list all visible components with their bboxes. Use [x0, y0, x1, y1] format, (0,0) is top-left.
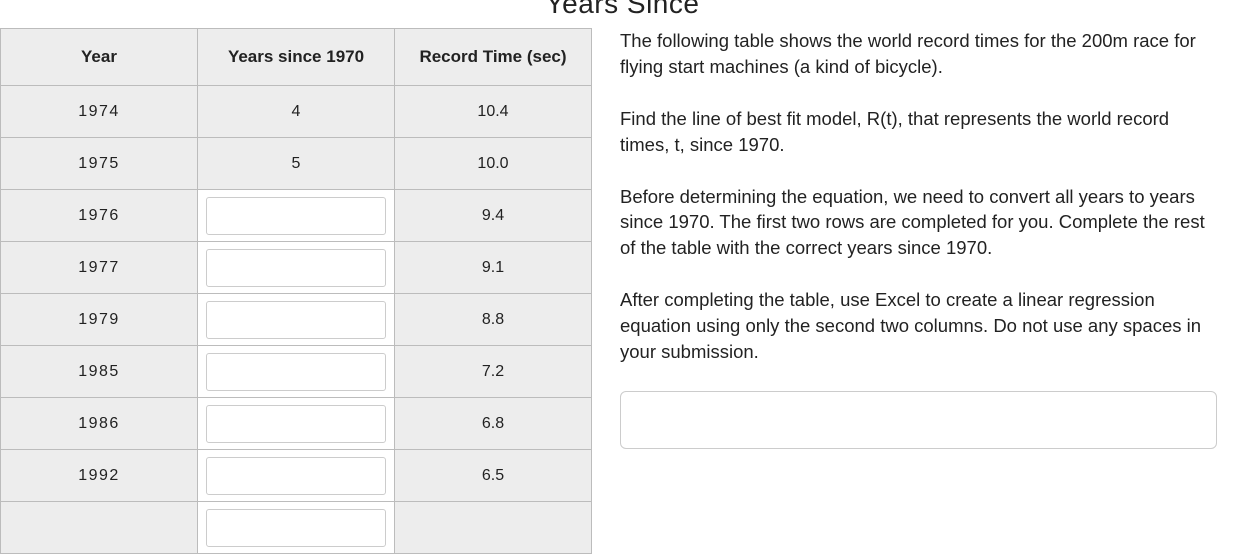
paragraph-intro: The following table shows the world reco…	[620, 28, 1217, 80]
cell-years-since-input	[198, 242, 395, 294]
years-since-input[interactable]	[206, 197, 386, 235]
cell-record-time: 8.8	[395, 294, 592, 346]
cell-year: 1977	[1, 242, 198, 294]
table-row: 1992 6.5	[1, 450, 592, 502]
cell-years-since-input	[198, 502, 395, 554]
cell-year: 1986	[1, 398, 198, 450]
cell-years-since: 5	[198, 138, 395, 190]
cell-record-time: 10.4	[395, 86, 592, 138]
paragraph-excel: After completing the table, use Excel to…	[620, 287, 1217, 365]
table-row: 1985 7.2	[1, 346, 592, 398]
years-since-input[interactable]	[206, 249, 386, 287]
cell-record-time: 10.0	[395, 138, 592, 190]
cell-record-time	[395, 502, 592, 554]
cell-record-time: 6.8	[395, 398, 592, 450]
years-since-input[interactable]	[206, 509, 386, 547]
paragraph-convert: Before determining the equation, we need…	[620, 184, 1217, 262]
cell-year: 1979	[1, 294, 198, 346]
years-since-input[interactable]	[206, 301, 386, 339]
cell-year: 1992	[1, 450, 198, 502]
years-since-input[interactable]	[206, 353, 386, 391]
col-header-years-since: Years since 1970	[198, 29, 395, 86]
instructions-panel: The following table shows the world reco…	[620, 28, 1245, 456]
table-row: 1977 9.1	[1, 242, 592, 294]
col-header-year: Year	[1, 29, 198, 86]
cell-year: 1985	[1, 346, 198, 398]
cell-record-time: 7.2	[395, 346, 592, 398]
paragraph-task: Find the line of best fit model, R(t), t…	[620, 106, 1217, 158]
table-row	[1, 502, 592, 554]
table-row: 1979 8.8	[1, 294, 592, 346]
cell-years-since-input	[198, 398, 395, 450]
cell-record-time: 9.4	[395, 190, 592, 242]
equation-answer-input[interactable]	[620, 391, 1217, 449]
cell-year: 1974	[1, 86, 198, 138]
cell-years-since: 4	[198, 86, 395, 138]
cell-years-since-input	[198, 450, 395, 502]
cell-year: 1976	[1, 190, 198, 242]
data-table-wrapper: Year Years since 1970 Record Time (sec) …	[0, 28, 592, 554]
cell-years-since-input	[198, 294, 395, 346]
cell-year	[1, 502, 198, 554]
record-times-table: Year Years since 1970 Record Time (sec) …	[0, 28, 592, 554]
cell-year: 1975	[1, 138, 198, 190]
years-since-input[interactable]	[206, 405, 386, 443]
page-title-partial: Years Since	[0, 0, 1245, 20]
cell-record-time: 6.5	[395, 450, 592, 502]
col-header-record-time: Record Time (sec)	[395, 29, 592, 86]
table-row: 1986 6.8	[1, 398, 592, 450]
cell-record-time: 9.1	[395, 242, 592, 294]
cell-years-since-input	[198, 346, 395, 398]
table-row: 1976 9.4	[1, 190, 592, 242]
years-since-input[interactable]	[206, 457, 386, 495]
table-row: 1974410.4	[1, 86, 592, 138]
cell-years-since-input	[198, 190, 395, 242]
table-row: 1975510.0	[1, 138, 592, 190]
